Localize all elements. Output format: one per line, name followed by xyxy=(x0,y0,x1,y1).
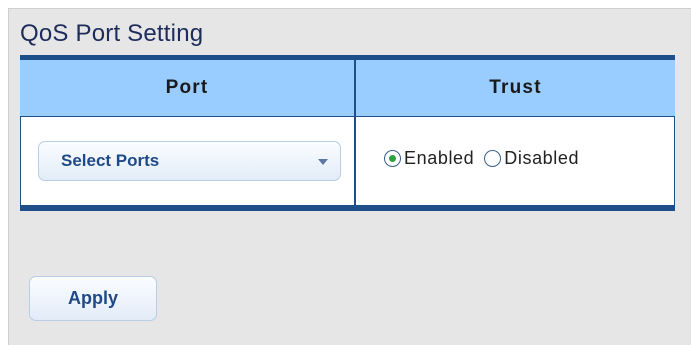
apply-button[interactable]: Apply xyxy=(29,276,157,321)
radio-checked-icon[interactable] xyxy=(384,150,401,167)
page-title: QoS Port Setting xyxy=(20,20,204,47)
radio-unchecked-icon[interactable] xyxy=(484,150,502,167)
table-cell-trust: Enabled Disabled xyxy=(354,117,675,205)
trust-disabled-label: Disabled xyxy=(504,148,580,168)
chevron-down-icon xyxy=(318,159,328,165)
select-ports-dropdown[interactable]: Select Ports xyxy=(38,141,341,181)
column-header-trust: Trust xyxy=(354,60,675,116)
trust-disabled-option[interactable]: Disabled xyxy=(484,148,579,169)
table-bottom-border xyxy=(20,205,675,211)
select-ports-label: Select Ports xyxy=(61,151,160,170)
column-header-port: Port xyxy=(20,60,354,116)
trust-enabled-label: Enabled xyxy=(404,148,475,168)
trust-enabled-option[interactable]: Enabled xyxy=(384,148,474,169)
trust-radio-group: Enabled Disabled xyxy=(384,148,579,169)
table-cell-port: Select Ports xyxy=(20,117,354,205)
